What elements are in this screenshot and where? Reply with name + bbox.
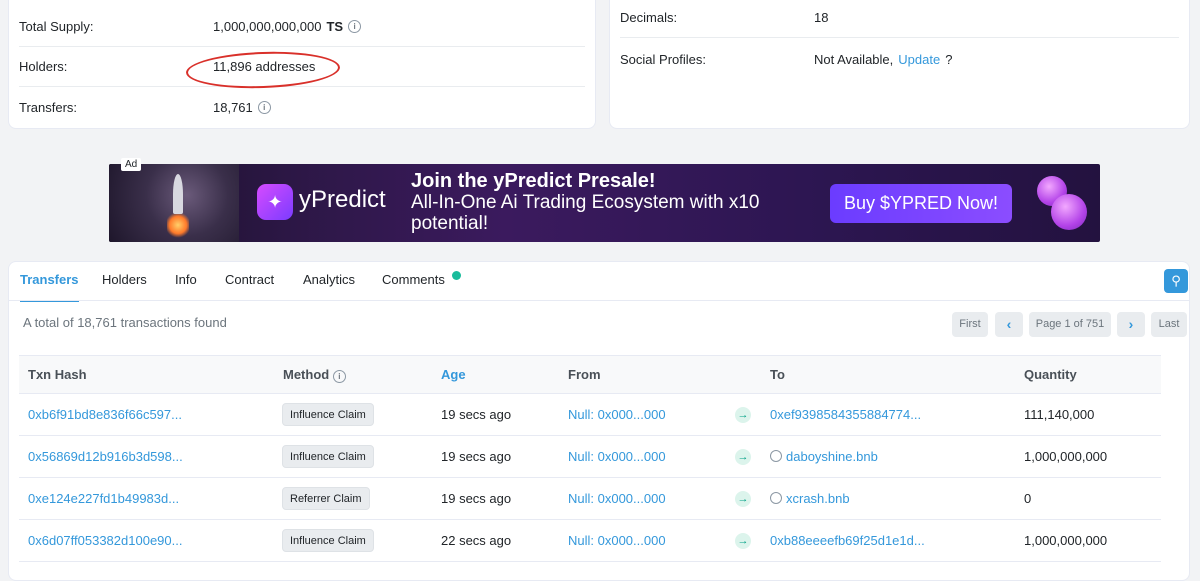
method-badge: Influence Claim [282,529,374,552]
transfers-table: Txn Hash Method i Age From To Quantity 0… [19,355,1161,562]
help-mark: ? [945,51,953,67]
col-txn-hash: Txn Hash [28,367,87,382]
table-row: 0x6d07ff053382d100e90... Influence Claim… [19,520,1161,562]
table-row: 0xb6f91bd8e836f66c597... Influence Claim… [19,394,1161,436]
to-address-link[interactable]: 0xef9398584355884774... [770,394,921,435]
transactions-summary: A total of 18,761 transactions found [23,315,227,330]
arrow-right-icon: → [735,407,751,423]
txn-hash-link[interactable]: 0xb6f91bd8e836f66c597... [28,394,182,435]
to-address-cell: xcrash.bnb [770,478,850,519]
col-quantity: Quantity [1024,367,1077,382]
arrow-right-icon: → [735,491,751,507]
txn-hash-link[interactable]: 0xe124e227fd1b49983d... [28,478,179,519]
tab-info[interactable]: Info [175,262,197,300]
table-row: 0x56869d12b916b3d598... Influence Claim … [19,436,1161,478]
tab-bar: Transfers Holders Info Contract Analytic… [9,262,1189,302]
from-address-link[interactable]: Null: 0x000...000 [568,436,666,477]
quantity-cell: 1,000,000,000 [1024,533,1108,548]
new-comment-dot [452,271,461,280]
pager-last-button[interactable]: Last [1151,312,1187,337]
transfers-row: Transfers: 18,761 i [19,87,585,127]
rocket-illustration [109,164,239,242]
tab-transfers[interactable]: Transfers [20,262,79,302]
social-profiles-value: Not Available, [814,51,894,67]
tab-analytics[interactable]: Analytics [303,262,355,300]
method-badge: Referrer Claim [282,487,370,510]
to-address-link[interactable]: xcrash.bnb [786,491,850,506]
name-tag-icon [770,492,782,504]
ad-headline: Join the yPredict Presale! [411,170,656,192]
transfers-label: Transfers: [19,99,78,115]
update-link[interactable]: Update [898,52,940,67]
arrow-right-icon: → [735,533,751,549]
col-to: To [770,367,785,382]
decimals-value: 18 [814,9,829,25]
search-icon: ⚲ [1171,273,1181,288]
col-from: From [568,367,601,382]
quantity-cell: 0 [1024,491,1032,506]
pager-next-button[interactable]: › [1117,312,1145,337]
col-age[interactable]: Age [441,356,466,393]
from-address-link[interactable]: Null: 0x000...000 [568,394,666,435]
age-cell: 22 secs ago [441,533,512,548]
total-supply-value: 1,000,000,000,000 [213,18,322,34]
token-symbol: TS [326,18,344,34]
total-supply-row: Total Supply: 1,000,000,000,000 TS i [19,6,585,47]
tab-holders[interactable]: Holders [102,262,147,300]
col-method-label: Method [283,367,330,382]
from-address-link[interactable]: Null: 0x000...000 [568,520,666,561]
ad-cta-button[interactable]: Buy $YPRED Now! [830,184,1012,223]
quantity-cell: 1,000,000,000 [1024,449,1108,464]
info-icon[interactable]: i [348,19,362,33]
info-icon[interactable]: i [332,370,346,383]
info-icon[interactable]: i [257,100,271,114]
to-address-cell: daboyshine.bnb [770,436,878,477]
flame-icon [167,212,189,238]
total-supply-label: Total Supply: [19,18,94,34]
name-tag-icon [770,450,782,462]
col-method: Method i [283,356,346,393]
txn-hash-link[interactable]: 0x6d07ff053382d100e90... [28,520,182,561]
overview-card-right: Decimals: 18 Social Profiles: Not Availa… [609,0,1190,129]
table-header: Txn Hash Method i Age From To Quantity [19,355,1161,394]
method-badge: Influence Claim [282,403,374,426]
holders-label: Holders: [19,58,68,74]
table-row: 0xe124e227fd1b49983d... Referrer Claim 1… [19,478,1161,520]
method-badge: Influence Claim [282,445,374,468]
ad-banner[interactable]: ✦ yPredict Join the yPredict Presale! Al… [109,164,1100,242]
to-address-link[interactable]: daboyshine.bnb [786,449,878,464]
ad-tag: Ad [121,158,142,171]
transfers-value: 18,761 [213,99,253,115]
txn-hash-link[interactable]: 0x56869d12b916b3d598... [28,436,183,477]
age-cell: 19 secs ago [441,449,512,464]
decimals-label: Decimals: [620,9,678,25]
social-profiles-row: Social Profiles: Not Available, Update ? [620,39,1179,79]
token-tabs-card: Transfers Holders Info Contract Analytic… [8,261,1190,581]
search-button[interactable]: ⚲ [1164,269,1188,293]
tab-contract[interactable]: Contract [225,262,274,300]
tab-divider [9,300,1189,301]
pager-page-label: Page 1 of 751 [1029,312,1111,337]
tab-comments[interactable]: Comments [382,262,445,300]
ad-subline: All-In-One Ai Trading Ecosystem with x10… [411,192,760,234]
to-address-link[interactable]: 0xb88eeeefb69f25d1e1d... [770,520,925,561]
age-cell: 19 secs ago [441,407,512,422]
pager-prev-button[interactable]: ‹ [995,312,1023,337]
decimals-row: Decimals: 18 [620,0,1179,38]
rocket-icon [173,174,183,214]
quantity-cell: 111,140,000 [1024,407,1095,422]
social-profiles-label: Social Profiles: [620,51,706,67]
age-cell: 19 secs ago [441,491,512,506]
pager-first-button[interactable]: First [952,312,988,337]
from-address-link[interactable]: Null: 0x000...000 [568,478,666,519]
coin-icon [1051,194,1087,230]
ad-brand: yPredict [299,186,386,213]
ypredict-logo-icon: ✦ [257,184,293,220]
arrow-right-icon: → [735,449,751,465]
